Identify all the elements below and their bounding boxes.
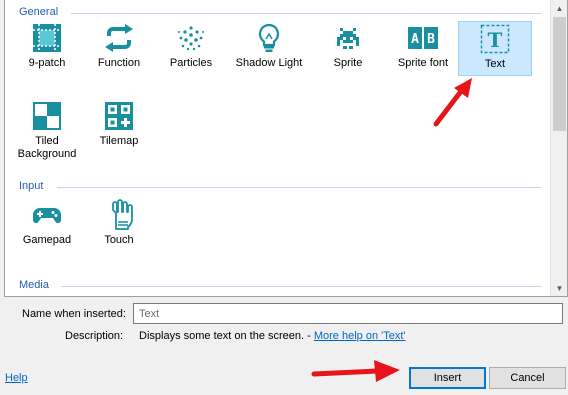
tile-shadow-light[interactable]: Shadow Light <box>233 22 305 76</box>
light-bulb-icon <box>258 23 280 52</box>
tile-label: Tilemap <box>99 135 139 147</box>
section-header-input: Input <box>19 180 44 192</box>
tile-label: Sprite font <box>397 57 449 69</box>
tile-label: Shadow Light <box>235 57 303 69</box>
description-body: Displays some text on the screen. - <box>139 330 314 342</box>
tile-particles[interactable]: Particles <box>155 22 227 76</box>
name-when-inserted-label: Name when inserted: <box>22 308 126 320</box>
nine-patch-icon <box>33 24 61 52</box>
annotation-arrow-icon <box>311 360 400 382</box>
more-help-link[interactable]: More help on 'Text' <box>314 330 406 342</box>
tile-label: Text <box>484 58 506 70</box>
touch-hand-icon <box>112 199 133 230</box>
tile-tilemap[interactable]: Tilemap <box>83 100 155 154</box>
tile-sprite[interactable]: Sprite <box>312 22 384 76</box>
sprite-font-icon: A B <box>408 27 438 49</box>
svg-text:A: A <box>411 32 419 47</box>
tile-tiled-background[interactable]: Tiled Background <box>11 100 83 164</box>
svg-text:T: T <box>488 28 503 52</box>
tile-gamepad[interactable]: Gamepad <box>11 199 83 253</box>
tile-label: Tiled <box>35 135 59 147</box>
scroll-up-arrow-icon[interactable]: ▲ <box>551 0 567 17</box>
section-header-general: General <box>19 6 59 18</box>
description-text: Displays some text on the screen. - More… <box>139 330 406 342</box>
object-type-list[interactable]: General 9-patch Function Particles Shado… <box>4 0 568 297</box>
tile-function[interactable]: Function <box>83 22 155 76</box>
tilemap-icon <box>105 102 133 130</box>
tiled-background-icon <box>33 102 61 130</box>
section-divider <box>57 187 541 188</box>
svg-text:B: B <box>427 32 435 47</box>
scroll-down-arrow-icon[interactable]: ▼ <box>551 280 567 296</box>
tile-9-patch[interactable]: 9-patch <box>11 22 83 76</box>
tile-label: Gamepad <box>22 234 72 246</box>
insert-button[interactable]: Insert <box>409 367 486 389</box>
particles-icon <box>178 26 204 51</box>
tile-text[interactable]: T Text <box>458 21 532 76</box>
section-divider <box>71 13 541 14</box>
section-header-media: Media <box>19 279 49 291</box>
tile-label: Background <box>17 148 77 160</box>
name-when-inserted-input[interactable] <box>133 303 563 324</box>
text-object-icon: T <box>480 24 510 54</box>
cancel-button[interactable]: Cancel <box>489 367 566 389</box>
tile-label: Touch <box>104 234 134 246</box>
function-icon <box>105 24 133 52</box>
help-link[interactable]: Help <box>5 372 28 384</box>
vertical-scrollbar[interactable]: ▲ ▼ <box>550 0 567 296</box>
sprite-invader-icon <box>337 28 359 49</box>
section-divider <box>61 286 541 287</box>
tile-touch[interactable]: Touch <box>83 199 155 253</box>
tile-label: Particles <box>169 57 213 69</box>
scroll-thumb[interactable] <box>553 17 566 131</box>
tile-label: Function <box>97 57 141 69</box>
gamepad-icon <box>32 208 62 224</box>
tile-label: Sprite <box>333 57 363 69</box>
tile-label: 9-patch <box>28 57 66 69</box>
tile-sprite-font[interactable]: A B Sprite font <box>387 22 459 76</box>
description-label: Description: <box>65 330 124 342</box>
